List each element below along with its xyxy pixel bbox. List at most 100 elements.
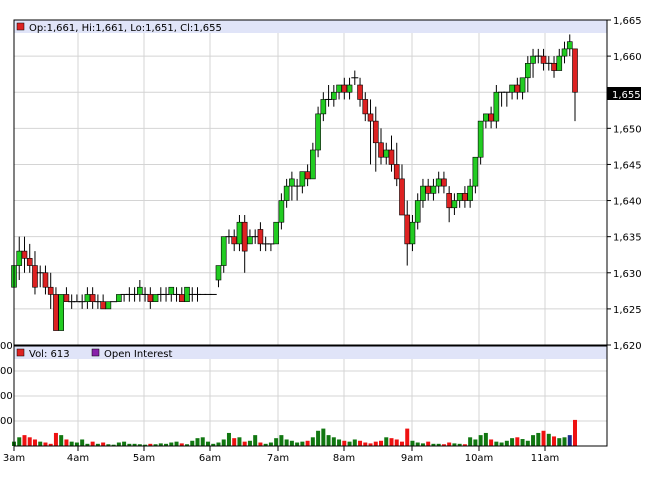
candle — [105, 301, 112, 310]
candle-body — [89, 294, 96, 302]
volume-bar — [59, 435, 64, 446]
candle-body — [525, 63, 531, 79]
candle — [116, 294, 122, 302]
price-tick-label: 1,645 — [613, 160, 642, 171]
candle-body — [63, 294, 70, 302]
candle-body — [331, 91, 337, 100]
candle-body — [566, 41, 573, 50]
candle-body — [58, 294, 64, 331]
price-tick-label: 1,630 — [613, 269, 642, 280]
candle-body — [451, 200, 458, 209]
volume-legend: Vol: 613 — [29, 349, 70, 360]
candle-body — [53, 294, 59, 331]
volume-bar — [27, 437, 32, 446]
volume-bar — [525, 440, 530, 446]
price-legend: Op:1,661, Hi:1,661, Lo:1,651, Cl:1,655 — [29, 23, 222, 34]
volume-bar — [316, 430, 321, 446]
candle-body — [540, 55, 547, 64]
volume-bar — [205, 441, 210, 446]
volume-bar — [32, 439, 37, 446]
volume-bar — [536, 432, 541, 446]
volume-bar — [221, 439, 226, 446]
volume-bar — [242, 441, 247, 446]
candle-body — [409, 221, 416, 245]
volume-bar — [515, 437, 520, 446]
volume-tick-label: 00 — [0, 391, 13, 402]
volume-bar — [237, 437, 242, 446]
candle-body — [456, 193, 463, 201]
volume-bar — [546, 433, 551, 446]
volume-bar — [379, 440, 384, 446]
candle-body — [446, 193, 452, 209]
price-tick-label: 1,665 — [613, 16, 642, 27]
volume-bar — [504, 440, 509, 446]
volume-bar — [510, 438, 515, 446]
candle-body — [357, 84, 363, 100]
chart-background — [0, 0, 650, 487]
volume-bar — [279, 435, 284, 446]
candle-body — [572, 48, 578, 93]
candle-body — [278, 200, 285, 223]
volume-bar — [190, 440, 195, 446]
volume-bar — [326, 435, 331, 446]
candle-body — [299, 171, 306, 187]
candle-body — [215, 265, 222, 281]
volume-bar — [258, 442, 263, 446]
volume-bar — [274, 438, 279, 446]
volume-bar — [405, 428, 410, 446]
volume-tick-label: 00 — [0, 416, 13, 427]
legend-price-swatch — [16, 22, 25, 31]
candle-body — [372, 120, 379, 144]
volume-bar — [232, 438, 237, 446]
candle-body — [399, 178, 405, 216]
volume-bar — [310, 437, 315, 446]
candle-body — [383, 149, 390, 158]
volume-bar — [169, 442, 174, 446]
candle-body — [283, 185, 290, 201]
legend-vol-swatch — [16, 348, 25, 357]
price-tick-label: 1,620 — [613, 341, 642, 352]
volume-bar — [38, 441, 43, 446]
time-tick-label: 10am — [465, 453, 494, 464]
volume-bar — [305, 440, 310, 446]
volume-bar — [447, 442, 452, 446]
volume-bar — [552, 436, 557, 446]
candle-body — [178, 294, 185, 302]
candle-body — [462, 193, 468, 201]
volume-bar — [358, 440, 363, 446]
candle-body — [220, 236, 227, 266]
volume-bar — [531, 435, 536, 446]
candle-body — [441, 178, 447, 187]
time-tick-label: 6am — [199, 453, 221, 464]
volume-bar — [64, 439, 69, 446]
candle-body — [414, 200, 421, 223]
candle-body — [257, 229, 264, 245]
volume-bar — [116, 442, 121, 446]
candle-body — [393, 164, 400, 180]
volume-bar — [573, 419, 577, 446]
time-tick-label: 8am — [333, 453, 355, 464]
candle-body — [556, 55, 563, 71]
candle-body — [472, 156, 479, 187]
candle-body — [137, 286, 143, 295]
volume-bar — [200, 437, 205, 446]
candle-body — [514, 84, 521, 93]
candle-body — [420, 185, 426, 201]
candle-body — [551, 63, 557, 71]
chart: Op:1,661, Hi:1,661, Lo:1,651, Cl:1,655 1… — [0, 0, 650, 487]
volume-bar — [289, 440, 294, 446]
candle-body — [47, 286, 54, 295]
volume-bar — [499, 442, 504, 446]
candle-body — [425, 185, 431, 194]
candle-body — [477, 120, 484, 158]
candle-body — [310, 149, 316, 180]
candle-body — [315, 113, 321, 151]
volume-bar — [17, 437, 22, 446]
candle-body — [26, 258, 33, 266]
candle-body — [241, 221, 248, 252]
time-tick-label: 4am — [67, 453, 89, 464]
volume-bar — [80, 439, 85, 446]
candle-body — [100, 301, 106, 310]
volume-bar — [101, 442, 106, 446]
candle-body — [320, 99, 327, 115]
